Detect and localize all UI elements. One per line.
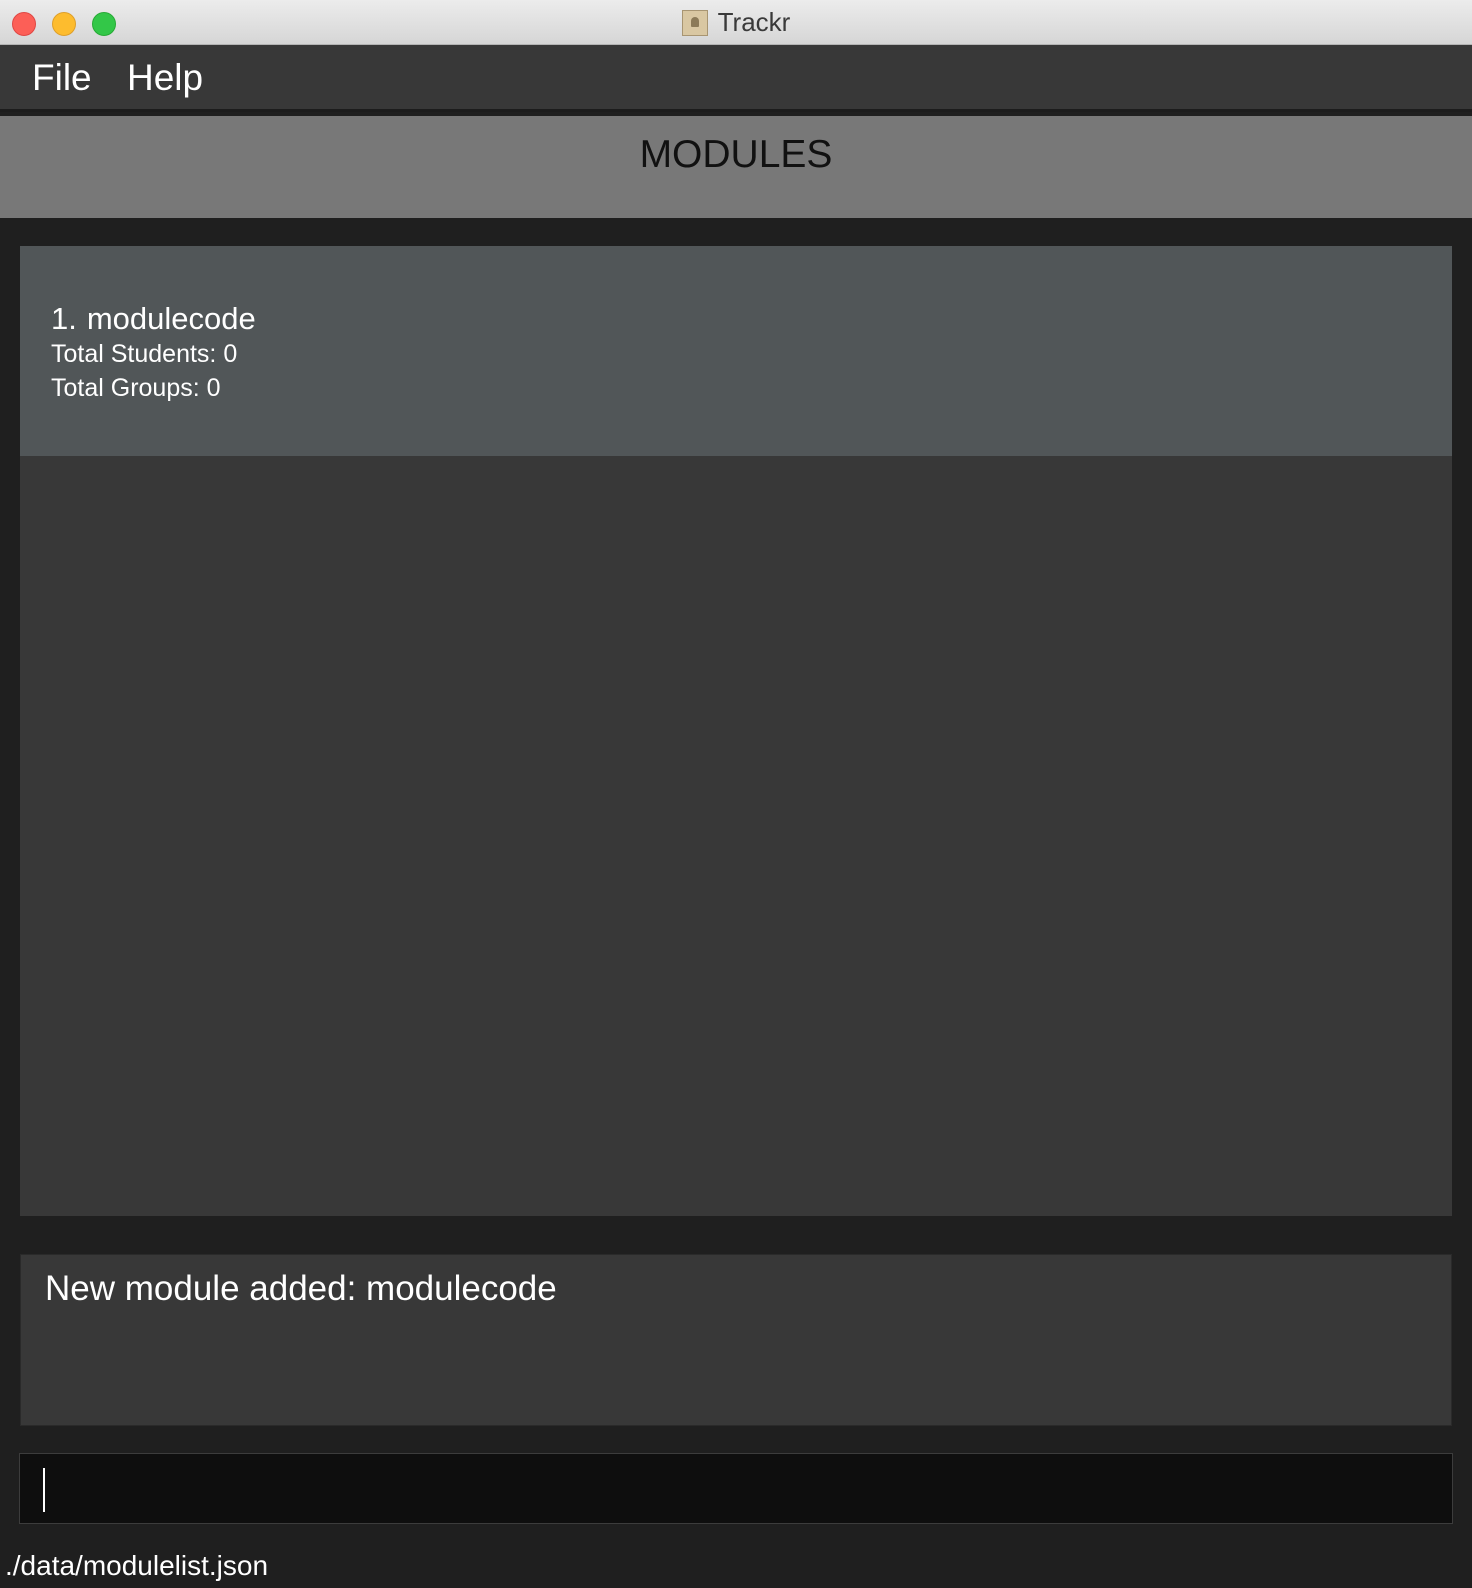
app-document-icon xyxy=(681,9,708,36)
command-input[interactable] xyxy=(20,1454,1452,1523)
text-caret xyxy=(43,1468,45,1512)
window-title-group: Trackr xyxy=(0,0,1472,45)
module-total-students: Total Students: 0 xyxy=(51,340,238,368)
modules-header: MODULES xyxy=(0,116,1472,218)
menu-help[interactable]: Help xyxy=(127,57,203,99)
status-save-path: ./data/modulelist.json xyxy=(5,1550,269,1581)
app-window: Trackr File Help MODULES 1. modulecode To… xyxy=(0,0,1472,1588)
module-index: 1. xyxy=(51,301,77,336)
menu-bar: File Help xyxy=(0,45,1472,112)
title-bar[interactable]: Trackr xyxy=(0,0,1472,45)
window-title: Trackr xyxy=(717,7,791,37)
result-message: New module added: modulecode xyxy=(45,1269,557,1308)
page-title: MODULES xyxy=(639,133,833,176)
module-list[interactable]: 1. modulecode Total Students: 0 Total Gro… xyxy=(20,246,1452,1216)
command-box[interactable] xyxy=(19,1453,1453,1524)
module-total-groups: Total Groups: 0 xyxy=(51,374,221,402)
module-code: modulecode xyxy=(86,301,256,336)
menu-file[interactable]: File xyxy=(32,57,92,99)
module-list-item[interactable]: 1. modulecode Total Students: 0 Total Gro… xyxy=(20,246,1452,456)
module-title: 1. modulecode xyxy=(51,301,256,337)
result-display[interactable]: New module added: modulecode xyxy=(20,1254,1452,1426)
